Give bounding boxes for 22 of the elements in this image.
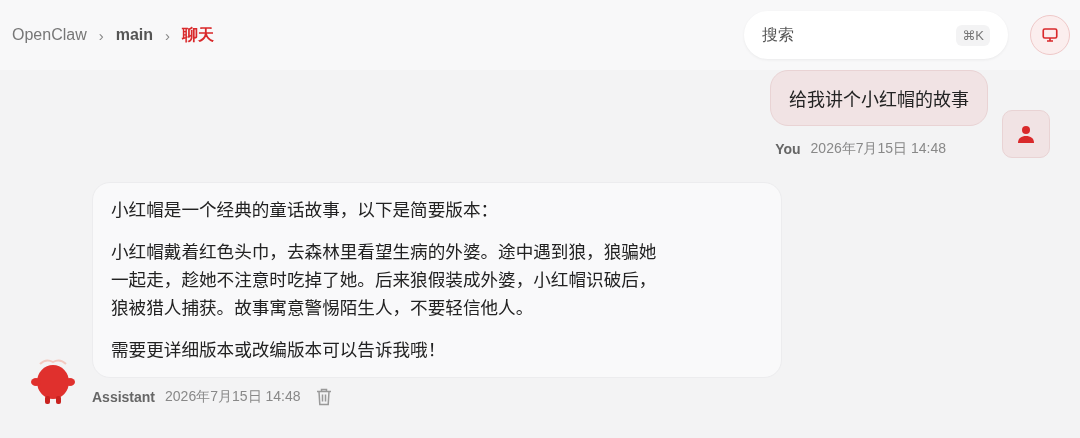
person-icon bbox=[1017, 125, 1035, 143]
shortcut-hint: ⌘K bbox=[956, 24, 990, 46]
breadcrumb-item[interactable]: OpenClaw bbox=[12, 26, 87, 44]
breadcrumb-separator: › bbox=[98, 26, 104, 44]
author-name: You bbox=[775, 141, 801, 157]
message-text: 给我讲个小红帽的故事 bbox=[789, 84, 969, 112]
delete-button[interactable] bbox=[316, 388, 333, 406]
monitor-button[interactable] bbox=[1030, 15, 1070, 55]
search-placeholder: 搜索 bbox=[762, 24, 794, 45]
breadcrumb-item[interactable]: main bbox=[115, 26, 154, 44]
trash-icon bbox=[316, 388, 333, 406]
breadcrumb-item[interactable]: 聊天 bbox=[182, 24, 215, 46]
monitor-icon bbox=[1041, 26, 1059, 44]
message-text: 小红帽是一个经典的童话故事，以下是简要版本： bbox=[111, 195, 500, 223]
assistant-avatar bbox=[28, 358, 78, 406]
author-name: Assistant bbox=[92, 389, 156, 405]
timestamp: 2026年7月15日 14:48 bbox=[810, 140, 946, 158]
message-text: 小红帽戴着红色头巾，去森林里看望生病的外婆。途中遇到狼，狼骗她一起走，趁她不注意时吃掉了她。后来狼假装成外婆，小红帽识破后，狼被猎人捕获。故事寓意警惕陌生人，不要轻信他人。 bbox=[111, 237, 658, 321]
message-text: 需要更详细版本或改编版本可以告诉我哦！ bbox=[111, 335, 447, 363]
breadcrumb-separator: › bbox=[165, 26, 171, 44]
search-field[interactable]: 搜索 ⌘K bbox=[744, 11, 1008, 59]
timestamp: 2026年7月15日 14:48 bbox=[165, 388, 301, 406]
